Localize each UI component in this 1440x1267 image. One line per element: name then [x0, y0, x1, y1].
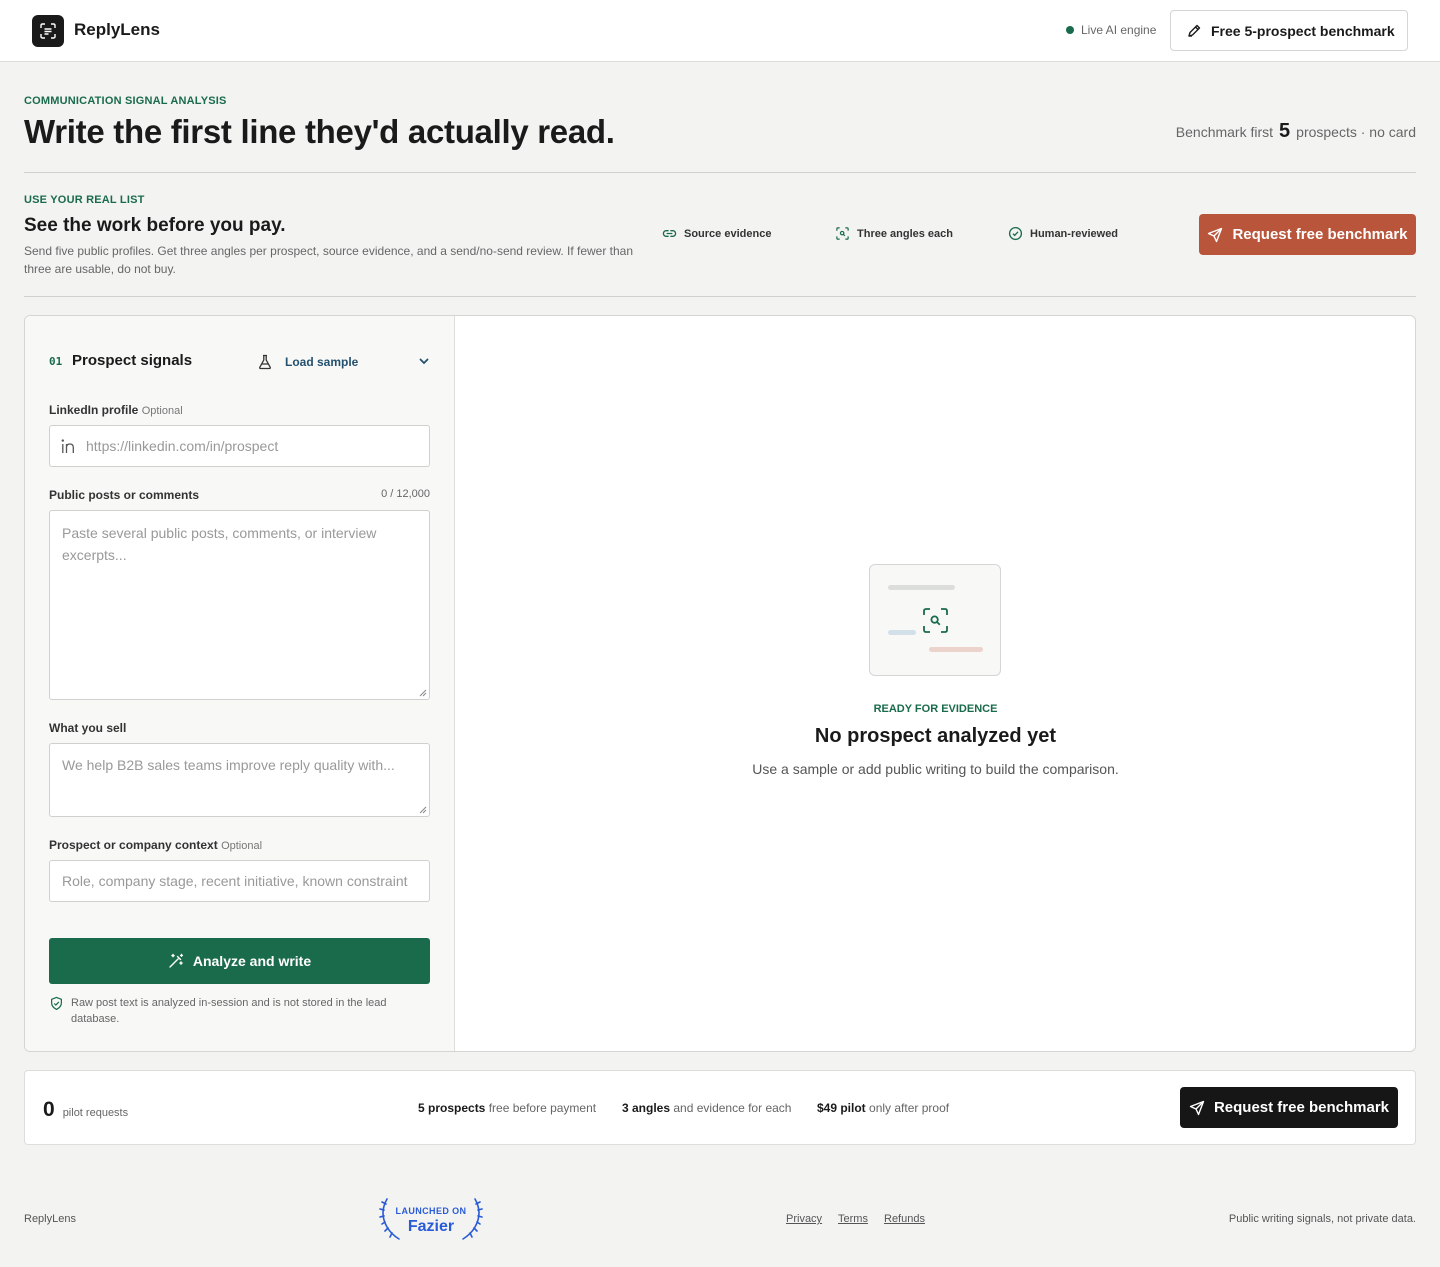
request-benchmark-button-secondary[interactable]: Request free benchmark — [1180, 1087, 1398, 1128]
send-icon — [1208, 227, 1223, 242]
workspace-card: 01 Prospect signals Load sample LinkedIn… — [24, 315, 1416, 1052]
footer-link-terms[interactable]: Terms — [838, 1213, 868, 1225]
empty-state-subtitle: Use a sample or add public writing to bu… — [752, 761, 1119, 777]
badge-top-text: LAUNCHED ON — [395, 1206, 467, 1216]
pilot-stats-bar: 0 pilot requests 5 prospects free before… — [24, 1070, 1416, 1145]
stat-text: only after proof — [869, 1101, 950, 1115]
pilot-count-value: 0 — [43, 1098, 55, 1121]
footer-brand: ReplyLens — [24, 1213, 76, 1225]
posts-character-counter: 0 / 12,000 — [381, 488, 430, 500]
context-placeholder: Role, company stage, recent initiative, … — [62, 873, 408, 889]
empty-state-eyebrow: READY FOR EVIDENCE — [873, 703, 998, 715]
context-label-text: Prospect or company context — [49, 838, 218, 852]
hero-eyebrow: COMMUNICATION SIGNAL ANALYSIS — [24, 95, 227, 107]
context-label: Prospect or company context Optional — [49, 838, 262, 852]
magic-wand-icon — [169, 953, 183, 968]
stat-text: free before payment — [488, 1101, 597, 1115]
skeleton-line — [929, 647, 983, 652]
page-title: Write the first line they'd actually rea… — [24, 113, 615, 150]
feature-source-evidence: Source evidence — [662, 226, 771, 241]
link-icon — [662, 230, 677, 237]
live-dot-icon — [1066, 26, 1074, 34]
optional-tag: Optional — [221, 840, 263, 852]
free-benchmark-label: Free 5-prospect benchmark — [1211, 22, 1395, 39]
sell-label: What you sell — [49, 721, 127, 735]
footer-tagline: Public writing signals, not private data… — [1228, 1213, 1416, 1225]
hero-note-suffix: prospects · no card — [1296, 124, 1416, 140]
request-benchmark-button[interactable]: Request free benchmark — [1199, 214, 1416, 255]
context-input[interactable]: Role, company stage, recent initiative, … — [49, 860, 430, 902]
stat-bold: 3 angles — [622, 1101, 671, 1115]
pencil-icon — [1188, 24, 1201, 37]
stat-text: and evidence for each — [673, 1101, 792, 1115]
skeleton-line — [888, 585, 955, 590]
footer-link-privacy[interactable]: Privacy — [786, 1213, 822, 1225]
pay-description: Send five public profiles. Get three ang… — [24, 244, 634, 276]
panel-title: Prospect signals — [72, 352, 193, 369]
load-sample-label: Load sample — [285, 355, 359, 369]
step-number: 01 — [49, 355, 63, 368]
posts-placeholder: Paste several public posts, comments, or… — [62, 525, 377, 563]
hero-note-number: 5 — [1279, 120, 1291, 142]
optional-tag: Optional — [141, 405, 183, 417]
empty-state-illustration — [869, 564, 1001, 676]
posts-label: Public posts or comments — [49, 488, 200, 502]
scan-icon — [836, 227, 849, 240]
analyze-and-write-button[interactable]: Analyze and write — [49, 938, 430, 984]
stat-bold: $49 pilot — [817, 1101, 866, 1115]
privacy-note: Raw post text is analyzed in-session and… — [49, 995, 430, 1027]
resize-handle-icon[interactable] — [419, 806, 427, 814]
flask-icon — [259, 354, 271, 370]
feature-label: Source evidence — [684, 227, 772, 240]
logo-icon[interactable] — [32, 15, 64, 47]
scan-search-icon — [923, 608, 948, 633]
badge-name: Fazier — [407, 1218, 455, 1235]
hero-note-prefix: Benchmark first — [1175, 124, 1274, 140]
check-circle-icon — [1008, 226, 1023, 241]
feature-label: Human-reviewed — [1030, 227, 1119, 240]
sell-textarea[interactable]: We help B2B sales teams improve reply qu… — [49, 743, 430, 817]
pay-title: See the work before you pay. — [24, 215, 286, 236]
linkedin-label-text: LinkedIn profile — [49, 403, 139, 417]
live-status: Live AI engine — [1066, 23, 1156, 37]
chevron-down-icon — [419, 358, 429, 365]
sell-placeholder: We help B2B sales teams improve reply qu… — [62, 757, 395, 773]
send-icon — [1189, 1100, 1205, 1115]
stat-item: $49 pilot only after proof — [817, 1101, 949, 1115]
divider — [24, 296, 1416, 297]
empty-state-title: No prospect analyzed yet — [814, 725, 1057, 747]
stat-bold: 5 prospects — [418, 1101, 486, 1115]
top-navigation: ReplyLens Live AI engine Free 5-prospect… — [0, 0, 1440, 62]
stat-item: 5 prospects free before payment — [418, 1101, 596, 1115]
request-benchmark-label: Request free benchmark — [1213, 1099, 1390, 1116]
footer-link-refunds[interactable]: Refunds — [884, 1213, 925, 1225]
brand-name[interactable]: ReplyLens — [74, 20, 160, 40]
linkedin-icon — [61, 439, 74, 453]
free-benchmark-button[interactable]: Free 5-prospect benchmark — [1170, 10, 1408, 51]
pilot-count-label: pilot requests — [62, 1107, 129, 1119]
resize-handle-icon[interactable] — [419, 689, 427, 697]
pay-eyebrow: USE YOUR REAL LIST — [24, 194, 145, 206]
linkedin-label: LinkedIn profile Optional — [49, 403, 183, 417]
live-label: Live AI engine — [1081, 23, 1157, 37]
skeleton-line — [888, 630, 916, 635]
feature-three-angles: Three angles each — [835, 226, 953, 241]
posts-textarea[interactable]: Paste several public posts, comments, or… — [49, 510, 430, 700]
linkedin-input[interactable]: https://linkedin.com/in/prospect — [49, 425, 430, 467]
privacy-text: Raw post text is analyzed in-session and… — [71, 997, 387, 1025]
feature-label: Three angles each — [857, 227, 953, 240]
analyze-label: Analyze and write — [192, 953, 312, 969]
linkedin-placeholder: https://linkedin.com/in/prospect — [86, 438, 279, 454]
fazier-launch-badge[interactable]: LAUNCHED ON Fazier — [377, 1195, 485, 1243]
load-sample-dropdown[interactable]: Load sample — [257, 350, 431, 374]
stat-item: 3 angles and evidence for each — [622, 1101, 791, 1115]
hero-benchmark-note: Benchmark first 5 prospects · no card — [1176, 120, 1416, 143]
shield-check-icon — [51, 996, 62, 1011]
feature-human-reviewed: Human-reviewed — [1008, 226, 1118, 241]
divider — [24, 172, 1416, 173]
pilot-request-count: 0 pilot requests — [43, 1098, 128, 1122]
request-benchmark-label: Request free benchmark — [1232, 226, 1408, 243]
prospect-signals-panel: 01 Prospect signals Load sample LinkedIn… — [25, 316, 455, 1051]
